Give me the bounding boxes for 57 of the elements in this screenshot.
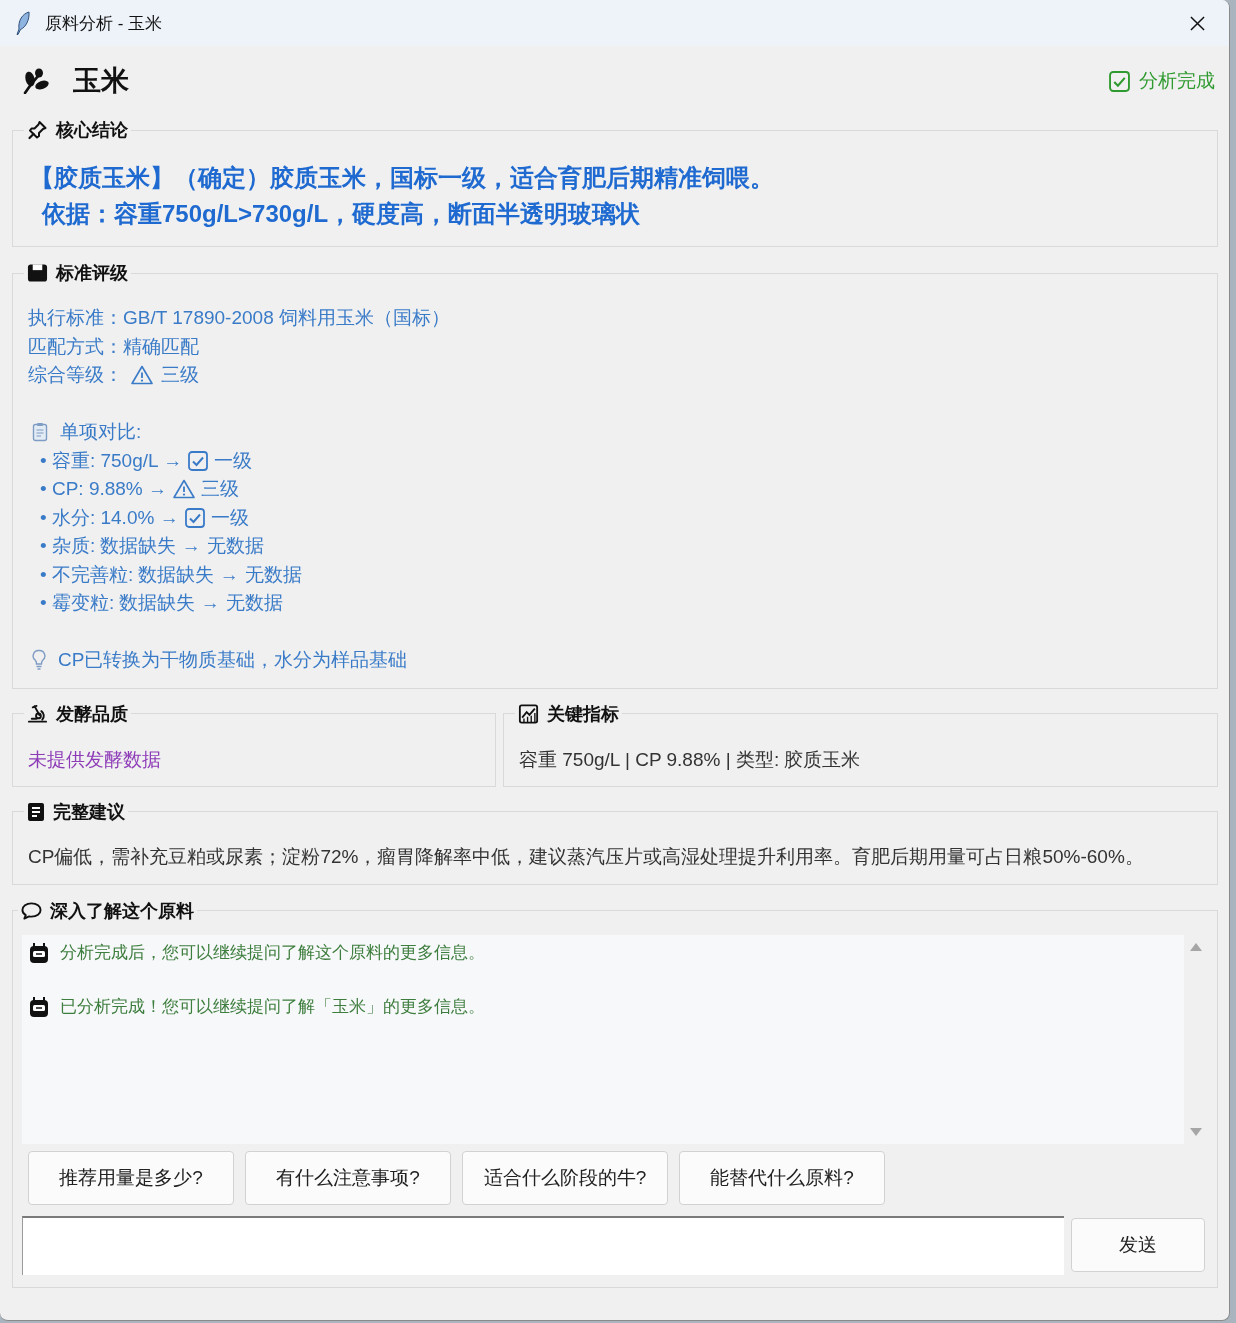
metrics-text: 容重 750g/L | CP 9.88% | 类型: 胶质玉米 bbox=[519, 748, 861, 770]
clipboard-icon bbox=[32, 422, 48, 443]
grade-text: 一级 bbox=[214, 448, 253, 473]
grading-field: 匹配方式：精确匹配 bbox=[28, 332, 199, 361]
warning-icon bbox=[173, 479, 196, 500]
material-name: 玉米 bbox=[73, 64, 129, 98]
fermentation-text: 未提供发酵数据 bbox=[28, 748, 161, 770]
warning-icon bbox=[131, 365, 153, 386]
chart-icon bbox=[518, 703, 539, 724]
advice-text: CP偏低，需补充豆粕或尿素；淀粉72%，瘤胃降解率中低，建议蒸汽压片或高湿处理提升利用率。育肥后期用量可占日粮50%-60%。 bbox=[28, 845, 1144, 867]
chat-message: 已分析完成！您可以继续提问了解「玉米」的更多信息。 bbox=[60, 995, 485, 1018]
speech-bubble-icon bbox=[21, 900, 42, 921]
leaf-sprig-icon bbox=[22, 68, 50, 94]
pushpin-icon bbox=[27, 120, 48, 140]
comparison-item: • 杂质: 数据缺失 → bbox=[40, 534, 201, 558]
grading-field: 综合等级： bbox=[28, 361, 123, 390]
lightbulb-icon bbox=[32, 649, 46, 672]
grading-field: 执行标准：GB/T 17890-2008 饲料用玉米（国标） bbox=[28, 304, 450, 333]
message-input[interactable] bbox=[22, 1215, 1064, 1275]
grade-text: 三级 bbox=[161, 363, 199, 387]
status-text: 分析完成 bbox=[1139, 69, 1215, 93]
section-title: 发酵品质 bbox=[56, 702, 128, 725]
quick-question-button[interactable]: 推荐用量是多少? bbox=[28, 1150, 234, 1205]
robot-icon bbox=[28, 941, 50, 964]
document-icon bbox=[27, 801, 45, 822]
checkbox-tick-icon bbox=[1109, 70, 1130, 92]
grade-text: 无数据 bbox=[225, 591, 283, 615]
comparison-item: • 水分: 14.0% → bbox=[40, 505, 179, 530]
section-title: 关键指标 bbox=[547, 702, 619, 725]
section-title: 标准评级 bbox=[56, 262, 128, 284]
robot-icon bbox=[28, 995, 50, 1018]
grade-text: 一级 bbox=[210, 505, 249, 530]
comparison-item: • 霉变粒: 数据缺失 → bbox=[40, 591, 220, 615]
comparison-item: • 不完善粒: 数据缺失 → bbox=[40, 562, 239, 587]
quick-question-button[interactable]: 适合什么阶段的牛? bbox=[462, 1150, 668, 1205]
note-text: CP已转换为干物质基础，水分为样品基础 bbox=[58, 648, 408, 672]
section-title: 核心结论 bbox=[56, 119, 128, 141]
feather-icon bbox=[16, 11, 30, 35]
section-title: 深入了解这个原料 bbox=[50, 899, 194, 922]
quick-question-button[interactable]: 有什么注意事项? bbox=[245, 1150, 451, 1205]
checkbox-tick-icon bbox=[184, 507, 205, 528]
comparison-title: 单项对比: bbox=[60, 420, 142, 444]
conclusion-text: 【胶质玉米】（确定）胶质玉米，国标一级，适合育肥后期精准饲喂。 bbox=[30, 163, 775, 193]
microscope-icon bbox=[27, 703, 48, 724]
window-title: 原料分析 - 玉米 bbox=[45, 12, 163, 35]
quick-question-button[interactable]: 能替代什么原料? bbox=[679, 1150, 885, 1205]
grade-text: 三级 bbox=[201, 477, 240, 501]
grade-text: 无数据 bbox=[206, 534, 264, 558]
chat-message: 分析完成后，您可以继续提问了解这个原料的更多信息。 bbox=[60, 941, 485, 964]
section-title: 完整建议 bbox=[53, 800, 125, 823]
comparison-item: • CP: 9.88% → bbox=[40, 477, 168, 501]
comparison-item: • 容重: 750g/L → bbox=[40, 448, 183, 473]
checkbox-tick-icon bbox=[188, 450, 209, 471]
grade-text: 无数据 bbox=[244, 562, 302, 587]
conclusion-text: 依据：容重750g/L>730g/L，硬度高，断面半透明玻璃状 bbox=[40, 199, 642, 229]
send-button[interactable]: 发送 bbox=[1071, 1218, 1205, 1272]
close-icon[interactable] bbox=[1190, 15, 1205, 31]
